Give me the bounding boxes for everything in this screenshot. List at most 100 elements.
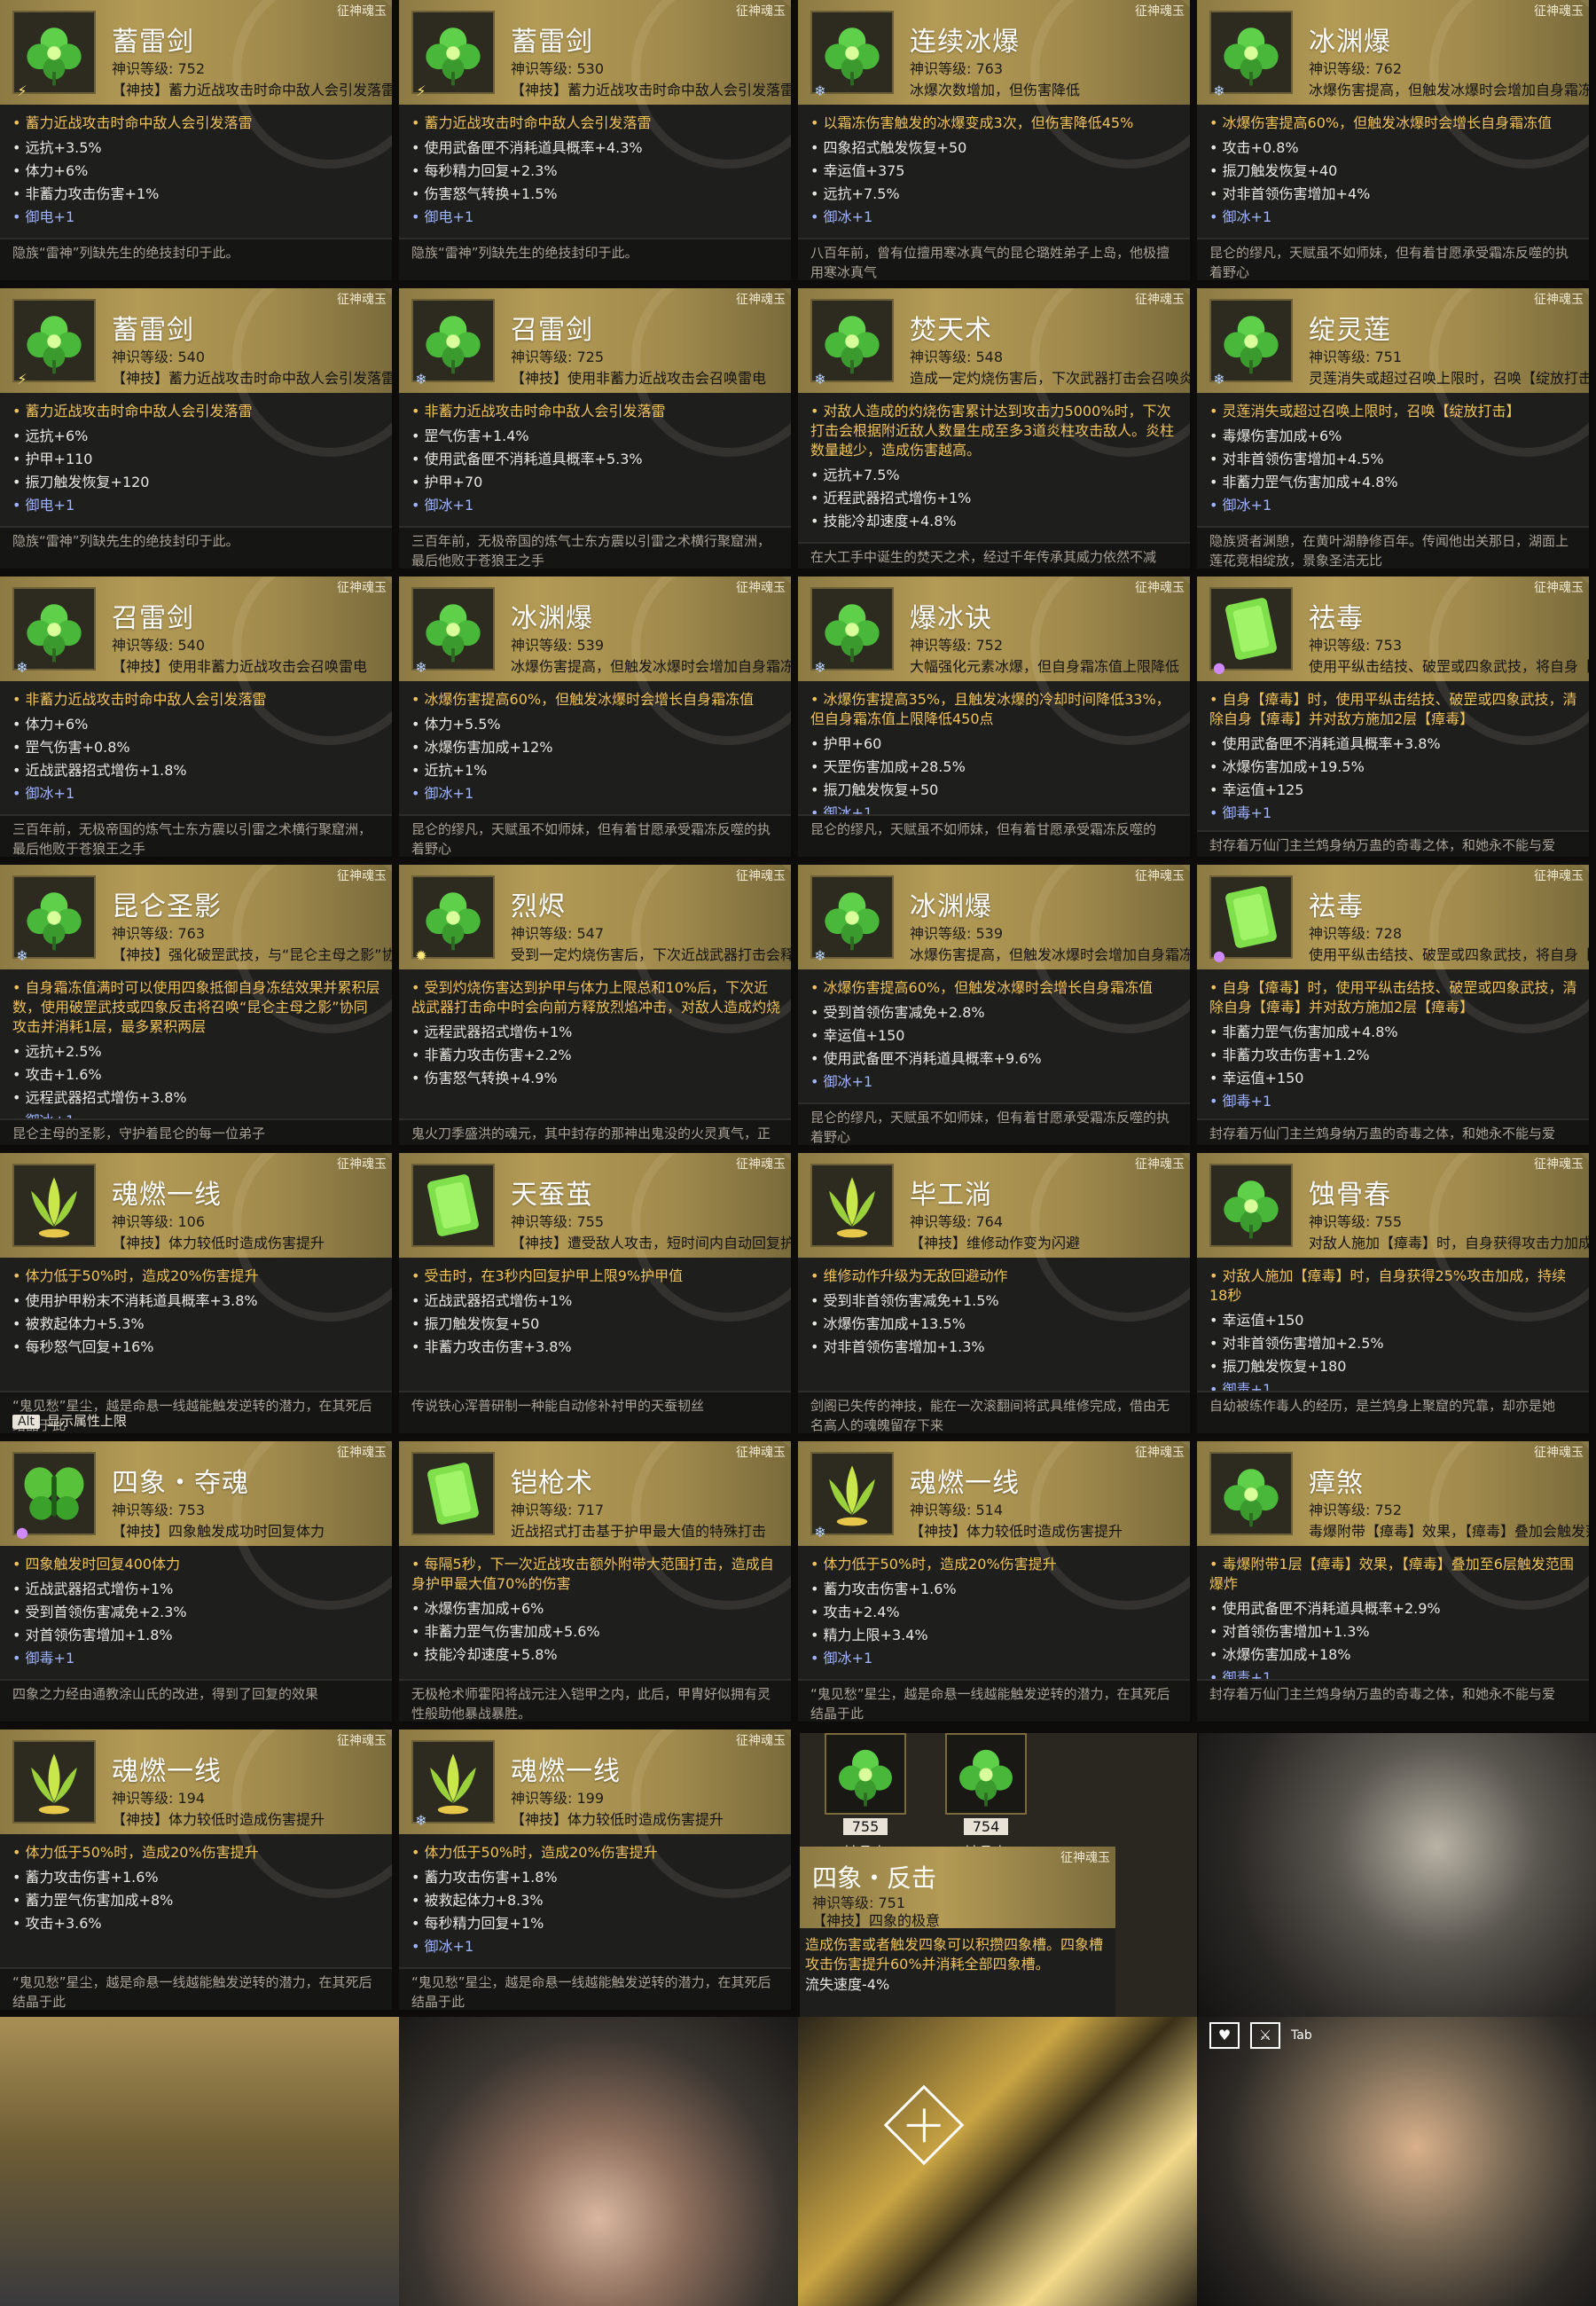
card-stat-line: 非蓄力罡气伤害加成+5.6% (411, 1620, 780, 1643)
green-flower-icon (12, 587, 96, 671)
soul-jade-card[interactable]: 征神魂玉 ● 祛毒 神识等级: 753 使用平纵击结技、破罡或四象武技，将自身【… (1197, 576, 1591, 859)
card-main-effect: 灵莲消失或超过召唤上限时，召唤【绽放打击】 (1209, 402, 1578, 421)
yellow-lotus-icon (12, 1164, 96, 1247)
card-header: 征神魂玉 魂燃一线 神识等级: 106 【神技】体力较低时造成伤害提升 (0, 1153, 392, 1322)
monk-character-scene (399, 2017, 798, 2306)
soul-jade-card[interactable]: 征神魂玉 ✹ 烈烬 神识等级: 547 受到一定灼烧伤害后，下次近战武器打击会释… (399, 865, 793, 1147)
soul-jade-card[interactable]: 征神魂玉 ● 祛毒 神识等级: 728 使用平纵击结技、破罡或四象武技，将自身【… (1197, 865, 1591, 1147)
card-stat-line: 非蓄力攻击伤害+2.2% (411, 1044, 780, 1067)
card-stat-line: 近程武器招式增伤+1% (810, 487, 1179, 510)
card-main-effect: 冰爆伤害提高60%，但触发冰爆时会增长自身霜冻值 (810, 978, 1179, 998)
card-main-effect: 冰爆伤害提高35%，且触发冰爆的冷却时间降低33%，但自身霜冻值上限降低450点 (810, 690, 1179, 729)
card-level: 神识等级: 763 (112, 925, 206, 942)
card-stat-line: 幸运值+150 (1209, 1067, 1578, 1090)
card-stat-line: 使用武备匣不消耗道具概率+9.6% (810, 1047, 1179, 1071)
card-affinity-bonus: 御冰+1 (810, 1647, 1179, 1670)
item-level-badge: 754 (963, 1818, 1009, 1835)
card-flavor-text: 昆仑的缪凡，天赋虽不如师妹，但有着甘愿承受霜冻反噬的执着野心 (399, 814, 791, 857)
soul-jade-card[interactable]: 征神魂玉 魂燃一线 神识等级: 106 【神技】体力较低时造成伤害提升 体力低于… (0, 1153, 394, 1435)
card-title: 祛毒 (1309, 603, 1364, 634)
card-title: 召雷剑 (112, 603, 194, 634)
soul-jade-card[interactable]: 征神魂玉 ❄ 魂燃一线 神识等级: 199 【神技】体力较低时造成伤害提升 体力… (399, 1730, 793, 2012)
snowflake-icon: ❄ (814, 82, 826, 99)
soul-jade-card[interactable]: 征神魂玉 ⚡ 蓄雷剑 神识等级: 530 【神技】蓄力近战攻击时命中敌人会引发落… (399, 0, 793, 282)
element-icon (1211, 1525, 1227, 1541)
card-level: 神识等级: 751 (1309, 349, 1403, 365)
card-affinity-bonus: 御冰+1 (810, 206, 1179, 229)
card-stat-line: 近战武器招式增伤+1% (12, 1578, 381, 1601)
card-brief: 【神技】遭受敌人攻击，短时间内自动回复护甲值 (511, 1235, 793, 1251)
soul-jade-card[interactable]: 征神魂玉 铠枪术 神识等级: 717 近战招式打击基于护甲最大值的特殊打击 每隔… (399, 1441, 793, 1723)
card-stat-line: 攻击+2.4% (810, 1601, 1179, 1624)
soul-jade-card[interactable]: 征神魂玉 四象・反击 神识等级: 751 【神技】四象的极意 造成伤害或者触发四象可以积… (800, 1847, 1115, 2017)
card-flavor-text: “鬼见愁”星尘，越是命悬一线越能触发逆转的潜力，在其死后结晶于此 (0, 1967, 392, 2010)
card-main-effect: 体力低于50%时，造成20%伤害提升 (12, 1267, 381, 1286)
inventory-item[interactable]: 755蚀骨春 (812, 1733, 919, 1862)
thunder-icon: ⚡ (17, 82, 27, 99)
soul-jade-card[interactable]: 征神魂玉 ❄ 连续冰爆 神识等级: 763 冰爆次数增加，但伤害降低 以霜冻伤害… (798, 0, 1192, 282)
card-stat-line: 幸运值+375 (810, 160, 1179, 183)
card-stat-line: 受到非首领伤害减免+1.5% (810, 1290, 1179, 1313)
card-main-effect: 体力低于50%时，造成20%伤害提升 (411, 1843, 780, 1863)
soul-jade-card[interactable]: 征神魂玉 ❄ 冰渊爆 神识等级: 539 冰爆伤害提高，但触发冰爆时会增加自身霜… (399, 576, 793, 859)
card-main-effect: 体力低于50%时，造成20%伤害提升 (810, 1555, 1179, 1574)
heart-icon[interactable]: ♥ (1209, 2022, 1240, 2049)
card-stat-line: 蓄力攻击伤害+1.8% (411, 1866, 780, 1889)
card-main-effect: 受击时，在3秒内回复护甲上限9%护甲值 (411, 1267, 780, 1286)
soul-jade-card[interactable]: 征神魂玉 蚀骨春 神识等级: 755 对敌人施加【瘴毒】时，自身获得攻击力加成 … (1197, 1153, 1591, 1435)
weapon-icon[interactable]: ⚔ (1250, 2022, 1280, 2049)
soul-jade-card[interactable]: 征神魂玉 ❄ 召雷剑 神识等级: 540 【神技】使用非蓄力近战攻击会召唤雷电 … (0, 576, 394, 859)
element-icon (812, 1236, 828, 1252)
card-stat-line: 非蓄力罡气伤害加成+4.8% (1209, 1021, 1578, 1044)
soul-jade-card[interactable]: 征神魂玉 ⚡ 蓄雷剑 神识等级: 752 【神技】蓄力近战攻击时命中敌人会引发落… (0, 0, 394, 282)
element-icon (1211, 1236, 1227, 1252)
card-tag: 征神魂玉 (736, 1734, 786, 1748)
soul-jade-card[interactable]: 征神魂玉 ❄ 爆冰诀 神识等级: 752 大幅强化元素冰爆，但自身霜冻值上限降低… (798, 576, 1192, 859)
soul-jade-card[interactable]: 征神魂玉 毕工淌 神识等级: 764 【神技】维修动作变为闪避 维修动作升级为无… (798, 1153, 1192, 1435)
soul-jade-card[interactable]: 征神魂玉 ❄ 魂燃一线 神识等级: 514 【神技】体力较低时造成伤害提升 体力… (798, 1441, 1192, 1723)
card-body: 蓄力近战攻击时命中敌人会引发落雷远抗+3.5%体力+6%非蓄力攻击伤害+1%御电… (0, 105, 392, 280)
soul-jade-card[interactable]: 征神魂玉 ⚡ 蓄雷剑 神识等级: 540 【神技】蓄力近战攻击时命中敌人会引发落… (0, 288, 394, 570)
soul-jade-card[interactable]: 征神魂玉 ❄ 召雷剑 神识等级: 725 【神技】使用非蓄力近战攻击会召唤雷电 … (399, 288, 793, 570)
card-level: 神识等级: 725 (511, 349, 605, 365)
card-tag: 征神魂玉 (337, 1446, 387, 1460)
card-body: 对敌人造成的灼烧伤害累计达到攻击力5000%时，下次打击会根据附近敌人数量生成至… (798, 393, 1190, 569)
card-level: 神识等级: 539 (511, 637, 605, 654)
soul-jade-card[interactable]: 征神魂玉 ❄ 昆仑圣影 神识等级: 763 【神技】强化破罡武技，与“昆仑主母之… (0, 865, 394, 1147)
green-flower-icon (810, 875, 894, 959)
card-title: 昆仑圣影 (112, 891, 222, 922)
card-stat-line: 冰爆伤害加成+6% (411, 1597, 780, 1620)
green-flower-icon (411, 587, 495, 671)
soul-jade-card[interactable]: 征神魂玉 ❄ 绽灵莲 神识等级: 751 灵莲消失或超过召唤上限时，召唤【绽放打… (1197, 288, 1591, 570)
soul-jade-card[interactable]: 征神魂玉 天蚕茧 神识等级: 755 【神技】遭受敌人攻击，短时间内自动回复护甲… (399, 1153, 793, 1435)
card-header: 征神魂玉 ⚡ 蓄雷剑 神识等级: 540 【神技】蓄力近战攻击时命中敌人会引发落… (0, 288, 392, 457)
green-flower-icon (12, 11, 96, 94)
card-tag: 征神魂玉 (736, 1446, 786, 1460)
card-stat-line: 技能冷却速度+4.8% (810, 510, 1179, 533)
screenshot-collage: 征神魂玉 ⚡ 蓄雷剑 神识等级: 752 【神技】蓄力近战攻击时命中敌人会引发落… (0, 0, 1596, 2306)
card-stat-line: 流失速度-4% (805, 1976, 890, 1993)
card-brief: 毒爆附带【瘴毒】效果，【瘴毒】叠加会触发范围打击 (1309, 1523, 1589, 1540)
card-tag: 征神魂玉 (1135, 869, 1185, 883)
thunder-icon: ⚡ (17, 371, 27, 388)
card-flavor-text: 昆仑的缪凡，天赋虽不如师妹，但有着甘愿承受霜冻反噬的 (798, 814, 1190, 857)
card-title: 魂燃一线 (910, 1468, 1020, 1499)
card-brief: 使用平纵击结技、破罡或四象武技，将自身【瘴毒】转嫁敌人 (1309, 946, 1591, 963)
inventory-item[interactable]: 754蚀骨春 (933, 1733, 1039, 1862)
soul-jade-card[interactable]: 征神魂玉 魂燃一线 神识等级: 194 【神技】体力较低时造成伤害提升 体力低于… (0, 1730, 394, 2012)
soul-jade-card[interactable]: 征神魂玉 ❄ 焚天术 神识等级: 548 造成一定灼烧伤害后，下次武器打击会召唤… (798, 288, 1192, 570)
card-stat-line: 对首领伤害增加+1.8% (12, 1624, 381, 1647)
card-title: 冰渊爆 (1309, 27, 1391, 58)
card-affinity-bonus: 御冰+1 (411, 782, 780, 805)
card-title: 魂燃一线 (112, 1180, 222, 1211)
soul-jade-card[interactable]: 征神魂玉 ❄ 冰渊爆 神识等级: 762 冰爆伤害提高，但触发冰爆时会增加自身霜… (1197, 0, 1591, 282)
card-header: 征神魂玉 四象・反击 神识等级: 751 【神技】四象的极意 (800, 1847, 1115, 1929)
card-main-effect: 自身霜冻值满时可以使用四象抵御自身冻结效果并累积层数，使用破罡武技或四象反击将召… (12, 978, 381, 1037)
soul-jade-card[interactable]: 征神魂玉 ❄ 冰渊爆 神识等级: 539 冰爆伤害提高，但触发冰爆时会增加自身霜… (798, 865, 1192, 1147)
card-stat-line: 使用武备匣不消耗道具概率+2.9% (1209, 1597, 1578, 1620)
card-stat-line: 冰爆伤害加成+19.5% (1209, 756, 1578, 779)
soul-jade-card[interactable]: 征神魂玉 ● 四象・夺魂 神识等级: 753 【神技】四象触发成功时回复体力 四… (0, 1441, 394, 1723)
soul-jade-card[interactable]: 征神魂玉 瘴煞 神识等级: 752 毒爆附带【瘴毒】效果，【瘴毒】叠加会触发范围… (1197, 1441, 1591, 1723)
card-stat-line: 攻击+3.6% (12, 1912, 381, 1935)
card-level: 神识等级: 752 (112, 60, 206, 77)
